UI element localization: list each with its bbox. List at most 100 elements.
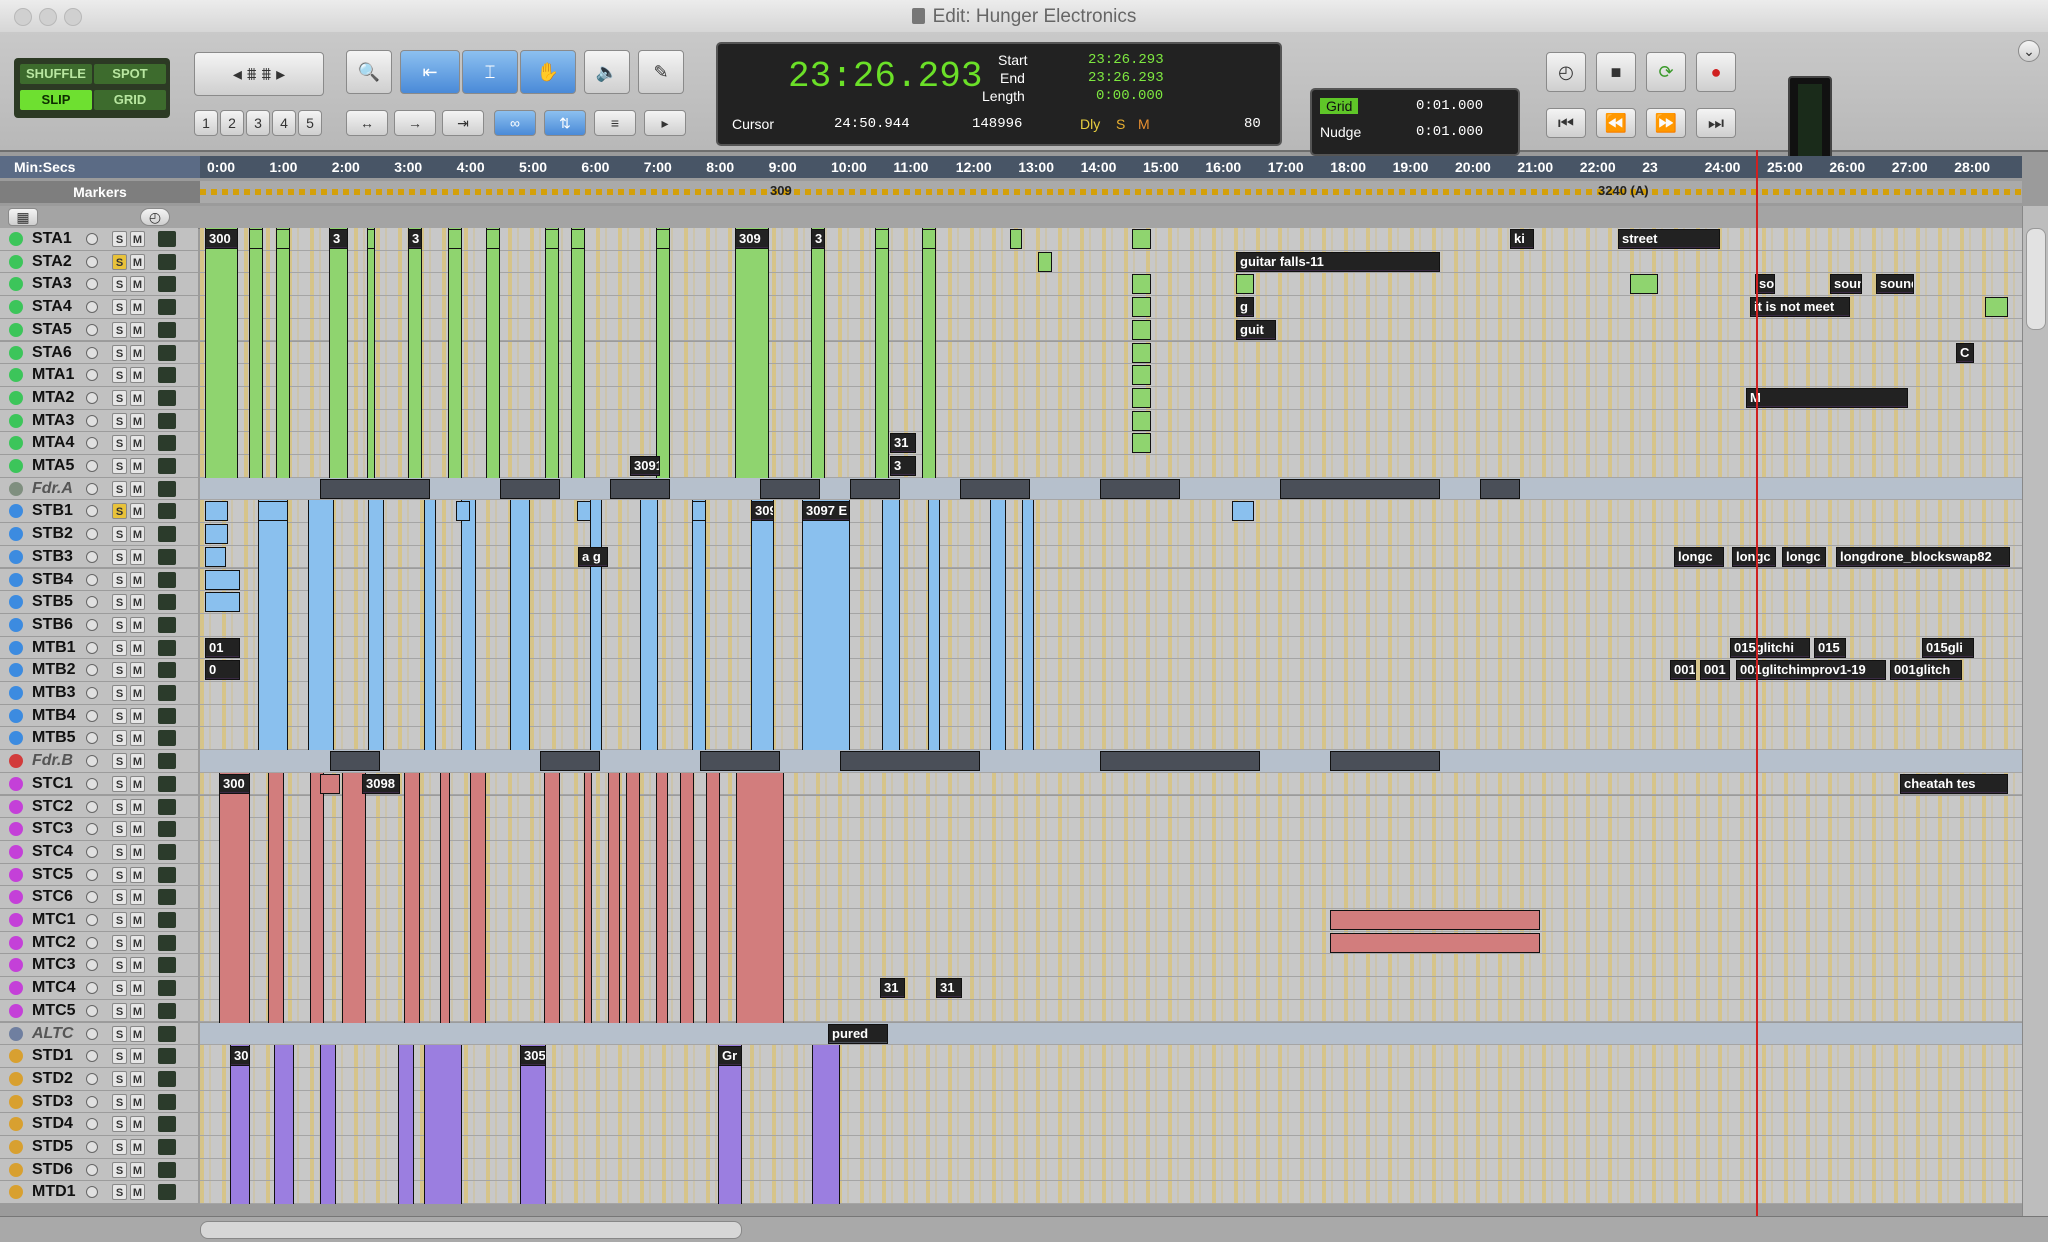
audio-clip[interactable] xyxy=(230,1158,250,1182)
audio-clip[interactable] xyxy=(486,341,500,365)
audio-clip[interactable]: 001 xyxy=(1670,660,1696,681)
track-mute-button[interactable]: M xyxy=(130,957,145,974)
audio-clip[interactable] xyxy=(626,977,640,1001)
audio-clip[interactable] xyxy=(320,1067,336,1091)
zoom-controls[interactable]: ◂ ⩩ ⩩ ▸ xyxy=(194,52,324,96)
tracks-view-button[interactable]: ≡ xyxy=(594,110,636,136)
track-mute-button[interactable]: M xyxy=(130,1139,145,1155)
audio-clip[interactable] xyxy=(802,636,850,660)
track-solo-button[interactable]: S xyxy=(112,480,127,497)
audio-clip[interactable] xyxy=(608,863,620,887)
track-name[interactable]: MTB1 xyxy=(32,639,76,657)
audio-clip[interactable]: 3091 xyxy=(630,456,660,476)
audio-clip[interactable] xyxy=(608,909,620,932)
audio-clip[interactable] xyxy=(718,1113,742,1137)
audio-clip[interactable] xyxy=(640,500,658,524)
audio-clip[interactable] xyxy=(470,931,486,955)
audio-clip[interactable] xyxy=(571,318,585,342)
audio-clip[interactable] xyxy=(1022,727,1034,751)
audio-clip[interactable] xyxy=(520,1090,546,1114)
track-name[interactable]: MTA2 xyxy=(32,389,74,407)
audio-clip[interactable] xyxy=(1330,751,1440,772)
audio-clip[interactable] xyxy=(424,1067,462,1091)
audio-clip[interactable] xyxy=(928,659,940,683)
audio-clip[interactable] xyxy=(656,999,668,1023)
audio-clip[interactable] xyxy=(258,659,288,683)
track-header[interactable]: MTA2 S M xyxy=(0,386,198,410)
length-value[interactable]: 0:00.000 xyxy=(1096,88,1163,104)
track-header[interactable]: STD4 S M xyxy=(0,1113,198,1136)
audio-clip[interactable]: longc xyxy=(1732,546,1776,567)
audio-clip[interactable] xyxy=(692,523,706,547)
toolbar-menu-button[interactable]: ⌄ xyxy=(2018,40,2040,62)
audio-clip[interactable] xyxy=(692,727,706,751)
audio-clip[interactable] xyxy=(802,613,850,637)
track-record-button[interactable] xyxy=(86,1095,98,1108)
track-header[interactable]: MTC4 S M xyxy=(0,977,198,1000)
audio-clip[interactable] xyxy=(249,364,263,388)
audio-clip[interactable] xyxy=(342,863,366,887)
track-solo-button[interactable]: S xyxy=(112,1139,127,1155)
audio-clip[interactable]: 3 xyxy=(408,229,422,249)
audio-clip[interactable] xyxy=(258,682,288,705)
audio-clip[interactable] xyxy=(875,250,889,274)
audio-clip[interactable]: g xyxy=(1236,297,1254,318)
track-lane[interactable] xyxy=(200,409,2022,433)
audio-clip[interactable]: 3097 E xyxy=(802,501,850,522)
audio-clip[interactable] xyxy=(249,318,263,342)
audio-clip[interactable] xyxy=(875,409,889,433)
audio-clip[interactable] xyxy=(544,999,560,1023)
track-record-button[interactable] xyxy=(86,1072,98,1085)
audio-clip[interactable] xyxy=(1022,659,1034,683)
audio-clip[interactable]: 31 xyxy=(880,978,905,999)
audio-clip[interactable] xyxy=(626,840,640,864)
track-header[interactable]: MTB3 S M xyxy=(0,682,198,705)
track-header[interactable]: STC4 S M xyxy=(0,840,198,864)
track-mute-button[interactable]: M xyxy=(130,685,145,701)
audio-clip[interactable]: 3 xyxy=(890,456,916,476)
audio-clip[interactable] xyxy=(1132,433,1151,454)
audio-clip[interactable] xyxy=(520,1181,546,1205)
play-loop-button[interactable]: ⟳ xyxy=(1646,52,1686,92)
audio-clip[interactable] xyxy=(812,1136,840,1159)
audio-clip[interactable] xyxy=(368,523,384,547)
track-header[interactable]: MTD1 S M xyxy=(0,1181,198,1205)
audio-clip[interactable] xyxy=(461,636,476,660)
audio-clip[interactable] xyxy=(928,613,940,637)
track-mute-button[interactable]: M xyxy=(130,321,145,338)
audio-clip[interactable] xyxy=(735,250,769,274)
marker-3240[interactable]: 3240 (A) xyxy=(1598,183,1649,198)
track-header[interactable]: STA2 S M xyxy=(0,250,198,274)
audio-clip[interactable] xyxy=(205,569,240,590)
audio-clip[interactable] xyxy=(424,500,436,524)
track-header[interactable]: MTB5 S M xyxy=(0,727,198,751)
audio-clip[interactable] xyxy=(735,273,769,297)
audio-clip[interactable] xyxy=(680,977,694,1001)
audio-clip[interactable] xyxy=(310,909,324,932)
marker-309[interactable]: 309 xyxy=(770,183,792,198)
audio-clip[interactable] xyxy=(706,999,720,1023)
audio-clip[interactable]: longc xyxy=(1674,546,1724,567)
track-record-button[interactable] xyxy=(86,437,98,450)
audio-clip[interactable] xyxy=(368,704,384,728)
audio-clip[interactable] xyxy=(706,772,720,796)
track-record-button[interactable] xyxy=(86,687,98,699)
audio-clip[interactable] xyxy=(760,478,820,499)
audio-clip[interactable] xyxy=(367,364,375,388)
audio-clip[interactable] xyxy=(802,523,850,547)
audio-clip[interactable] xyxy=(540,751,600,772)
audio-clip[interactable] xyxy=(219,795,250,819)
audio-clip[interactable] xyxy=(219,818,250,842)
audio-clip[interactable] xyxy=(875,432,889,456)
track-lane[interactable]: soundt soun sound xyxy=(200,273,2022,297)
track-mute-button[interactable]: M xyxy=(130,616,145,633)
audio-clip[interactable] xyxy=(584,999,592,1023)
track-mute-button[interactable]: M xyxy=(130,526,145,543)
track-header[interactable]: Fdr.A S M xyxy=(0,477,198,501)
track-solo-button[interactable]: S xyxy=(112,412,127,429)
audio-clip[interactable]: 001glitchimprov1-19 xyxy=(1736,660,1886,681)
audio-clip[interactable] xyxy=(571,386,585,410)
track-mute-button[interactable]: M xyxy=(130,980,145,997)
audio-clip[interactable] xyxy=(258,545,288,569)
track-solo-button[interactable]: S xyxy=(112,594,127,611)
